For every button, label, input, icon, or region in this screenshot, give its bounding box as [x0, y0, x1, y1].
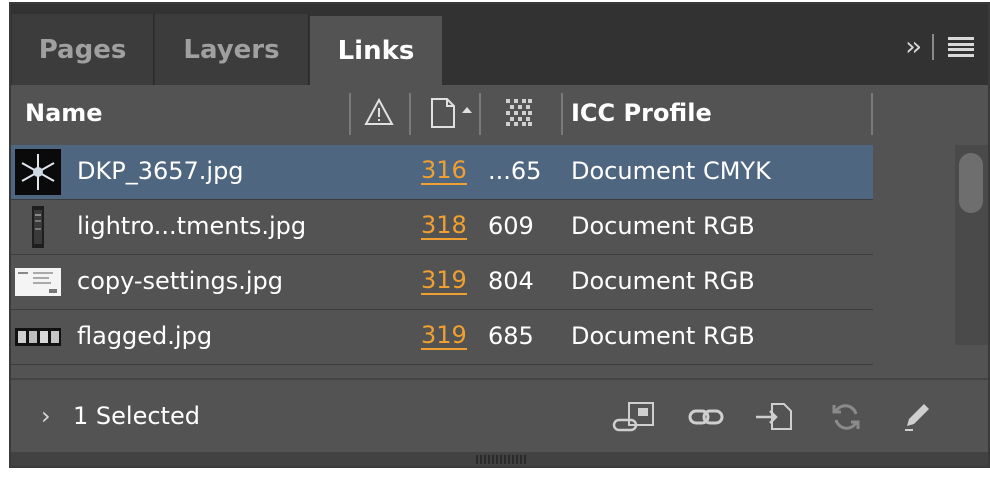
go-to-link-icon[interactable] — [754, 400, 794, 438]
link-filename: flagged.jpg — [77, 322, 213, 350]
column-divider[interactable] — [479, 93, 481, 135]
link-page-number[interactable]: 319 — [421, 267, 467, 295]
column-divider[interactable] — [349, 93, 351, 135]
table-row[interactable]: flagged.jpg 319 685 Document RGB — [11, 310, 873, 365]
panel-menu-icon[interactable] — [948, 37, 974, 57]
collapse-panel-icon[interactable]: ›› — [905, 34, 922, 60]
thumbnail-phone — [15, 204, 61, 250]
table-row[interactable]: lightro...tments.jpg 318 609 Document RG… — [11, 200, 873, 255]
column-icc-header[interactable]: ICC Profile — [571, 99, 712, 127]
tab-layers[interactable]: Layers — [155, 14, 309, 85]
scrollbar[interactable] — [955, 145, 988, 345]
thumbnail-filmstrip — [15, 314, 61, 360]
scrollbar-thumb[interactable] — [959, 153, 983, 213]
panel-footer: › 1 Selected — [11, 378, 988, 452]
link-page-number[interactable]: 318 — [421, 212, 467, 240]
link-size: 685 — [488, 322, 534, 350]
links-panel: Pages Layers Links ›› Name ICC Profile D… — [9, 2, 990, 468]
link-icc-profile: Document CMYK — [571, 157, 771, 185]
relink-cc-icon[interactable] — [611, 400, 657, 438]
link-icc-profile: Document RGB — [571, 267, 755, 295]
tab-bar: Pages Layers Links ›› — [11, 4, 988, 85]
edit-original-icon[interactable] — [901, 400, 933, 438]
column-name-header[interactable]: Name — [25, 99, 103, 127]
link-filename: copy-settings.jpg — [77, 267, 284, 295]
tab-pages[interactable]: Pages — [12, 14, 154, 85]
link-size: 804 — [488, 267, 534, 295]
tab-links[interactable]: Links — [310, 16, 442, 85]
column-divider[interactable] — [561, 93, 563, 135]
divider — [932, 34, 934, 60]
resize-bar[interactable] — [11, 452, 988, 466]
link-filename: DKP_3657.jpg — [77, 157, 244, 185]
links-list: DKP_3657.jpg 316 ...65 Document CMYK lig… — [11, 145, 873, 365]
link-icon[interactable] — [687, 400, 725, 438]
table-row[interactable]: copy-settings.jpg 319 804 Document RGB — [11, 255, 873, 310]
page-sort-icon[interactable] — [429, 97, 475, 133]
link-page-number[interactable]: 316 — [421, 157, 467, 185]
tab-controls: ›› — [905, 34, 974, 60]
link-size: ...65 — [488, 157, 542, 185]
link-icc-profile: Document RGB — [571, 322, 755, 350]
thumbnail-snowflake — [15, 149, 61, 195]
selection-count: 1 Selected — [73, 402, 200, 430]
column-divider[interactable] — [871, 93, 873, 135]
pixel-grid-icon[interactable] — [504, 97, 534, 131]
column-divider[interactable] — [409, 93, 411, 135]
table-row[interactable]: DKP_3657.jpg 316 ...65 Document CMYK — [11, 145, 873, 200]
thumbnail-dialog — [15, 259, 61, 305]
link-icc-profile: Document RGB — [571, 212, 755, 240]
link-filename: lightro...tments.jpg — [77, 212, 307, 240]
link-page-number[interactable]: 319 — [421, 322, 467, 350]
update-link-icon — [829, 400, 863, 438]
resize-grip-icon[interactable] — [476, 455, 526, 464]
link-size: 609 — [488, 212, 534, 240]
chevron-right-icon[interactable]: › — [41, 402, 51, 430]
column-header: Name ICC Profile — [11, 85, 988, 145]
warning-icon[interactable] — [364, 97, 394, 131]
